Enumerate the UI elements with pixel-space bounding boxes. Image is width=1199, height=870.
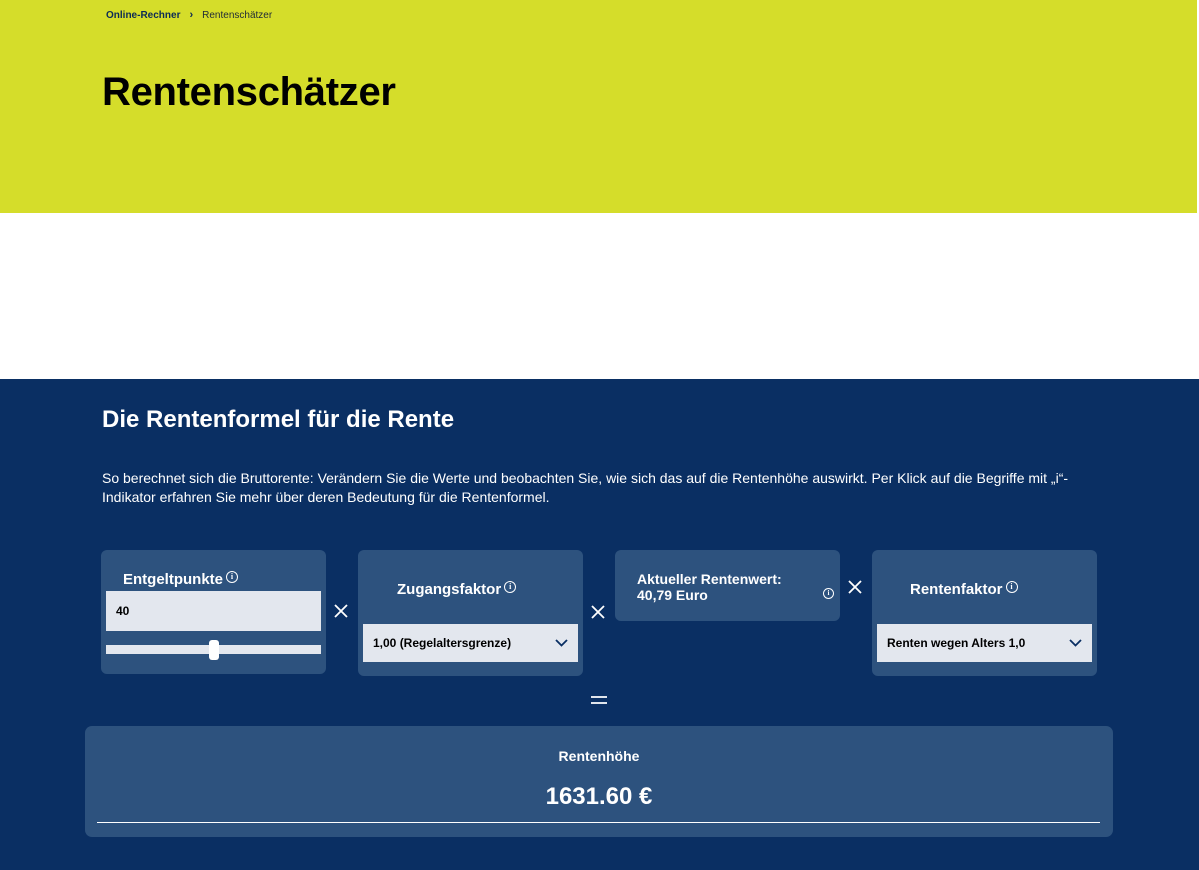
rentenfaktor-select[interactable]: Renten wegen Alters 1,0 bbox=[877, 624, 1092, 662]
section-description: So berechnet sich die Bruttorente: Verän… bbox=[102, 470, 1069, 505]
breadcrumb-separator-icon: › bbox=[189, 9, 194, 21]
info-icon[interactable]: i bbox=[823, 588, 834, 599]
zugangsfaktor-card: Zugangsfaktor i 1,00 (Regelaltersgrenze) bbox=[358, 550, 583, 676]
zugangsfaktor-label: Zugangsfaktor bbox=[397, 581, 502, 598]
result-label: Rentenhöhe bbox=[558, 748, 640, 764]
zugangsfaktor-select[interactable]: 1,00 (Regelaltersgrenze) bbox=[363, 624, 578, 662]
multiply-operator bbox=[847, 579, 863, 595]
hero-banner: Online-Rechner › Rentenschätzer Rentensc… bbox=[0, 0, 1197, 213]
equals-icon bbox=[591, 696, 607, 704]
result-value: 1631.60 € bbox=[545, 783, 653, 810]
result-card: Rentenhöhe 1631.60 € bbox=[85, 726, 1113, 837]
info-icon[interactable]: i bbox=[1005, 581, 1018, 593]
rentenwert-card[interactable]: Aktueller Rentenwert: 40,79 Euro i bbox=[615, 550, 840, 621]
zugangsfaktor-selected-value: 1,00 (Regelaltersgrenze) bbox=[373, 636, 512, 650]
chevron-down-icon bbox=[555, 639, 568, 647]
rentenwert-label: Aktueller Rentenwert: bbox=[637, 571, 782, 587]
rentenfaktor-card: Rentenfaktor i Renten wegen Alters 1,0 bbox=[872, 550, 1097, 676]
rentenwert-value: 40,79 Euro bbox=[637, 587, 708, 603]
entgeltpunkte-slider-handle[interactable] bbox=[208, 640, 219, 660]
breadcrumb: Online-Rechner › Rentenschätzer bbox=[106, 9, 272, 21]
entgeltpunkte-label: Entgeltpunkte bbox=[123, 571, 223, 588]
multiply-operator bbox=[333, 603, 349, 619]
multiply-operator bbox=[590, 604, 606, 620]
entgeltpunkte-input[interactable]: 40 bbox=[106, 591, 321, 631]
equals-operator bbox=[590, 695, 608, 705]
multiply-icon bbox=[848, 580, 862, 594]
zugangsfaktor-label-group[interactable]: Zugangsfaktor i bbox=[397, 581, 517, 598]
breadcrumb-current: Rentenschätzer bbox=[202, 9, 273, 21]
multiply-icon bbox=[334, 604, 348, 618]
breadcrumb-link-online-rechner[interactable]: Online-Rechner bbox=[106, 10, 180, 21]
entgeltpunkte-card: Entgeltpunkte i 40 bbox=[101, 550, 326, 674]
rentenfaktor-label-group[interactable]: Rentenfaktor i bbox=[910, 581, 1018, 598]
page-title: Rentenschätzer bbox=[102, 70, 396, 114]
entgeltpunkte-label-group[interactable]: Entgeltpunkte i bbox=[123, 571, 238, 588]
multiply-icon bbox=[591, 605, 605, 619]
info-icon[interactable]: i bbox=[504, 581, 517, 593]
rentenformel-section: Die Rentenformel für die Rente So berech… bbox=[0, 379, 1199, 870]
chevron-down-icon bbox=[1069, 639, 1082, 647]
result-divider bbox=[97, 822, 1100, 823]
section-title: Die Rentenformel für die Rente bbox=[102, 406, 455, 433]
info-icon[interactable]: i bbox=[226, 571, 238, 583]
rentenwert-label-group: Aktueller Rentenwert: 40,79 Euro bbox=[637, 571, 782, 603]
rentenfaktor-selected-value: Renten wegen Alters 1,0 bbox=[887, 636, 1026, 650]
rentenfaktor-label: Rentenfaktor bbox=[910, 581, 1003, 598]
